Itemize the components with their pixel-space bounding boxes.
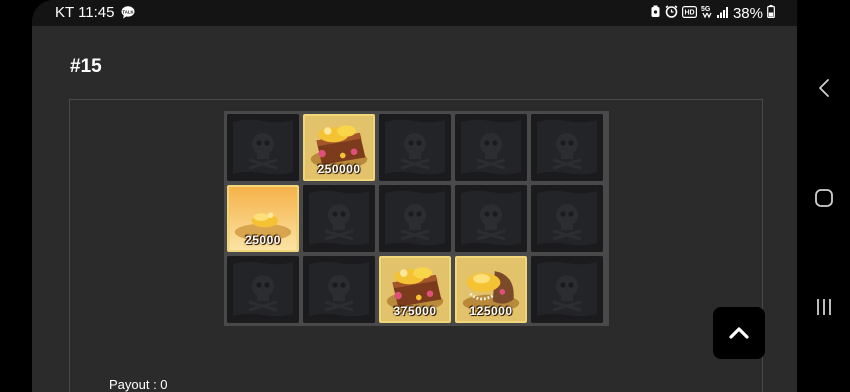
empty-tile — [531, 256, 603, 323]
prize-amount: 375000 — [393, 304, 437, 318]
pirate-flag-icon — [303, 185, 375, 252]
empty-tile — [531, 185, 603, 252]
talk-icon: TALK — [121, 6, 135, 19]
treasure-chest-tile: 375000 — [379, 256, 451, 323]
empty-tile — [227, 114, 299, 181]
status-right: HD 5G 38% — [650, 4, 775, 22]
nav-home-button[interactable] — [811, 185, 837, 211]
status-bar: KT 11:45 TALK HD 5G 38% — [32, 0, 797, 26]
battery-icon — [767, 4, 775, 22]
pirate-flag-icon — [531, 114, 603, 181]
treasure-chest-tile: 250000 — [303, 114, 375, 181]
rounded-square-icon — [814, 188, 834, 208]
battery-percent: 38% — [732, 4, 763, 22]
prize-board: 250000 25000 375000 125000 — [224, 111, 609, 326]
pirate-flag-icon — [455, 185, 527, 252]
gold-sack-tile: 125000 — [455, 256, 527, 323]
empty-tile — [303, 256, 375, 323]
chevron-left-icon — [817, 77, 831, 99]
phone-screen: KT 11:45 TALK HD 5G 38% #15 250000 25000… — [0, 0, 850, 392]
pirate-flag-icon — [303, 256, 375, 323]
network-label: 5G — [701, 6, 711, 13]
scroll-to-top-button[interactable] — [713, 307, 765, 359]
prize-amount: 125000 — [469, 304, 513, 318]
empty-tile — [531, 114, 603, 181]
round-title: #15 — [70, 56, 102, 77]
empty-tile — [455, 114, 527, 181]
signal-icon — [716, 5, 729, 22]
payout-text: Payout : 0 — [109, 377, 168, 392]
nav-recents-button[interactable] — [811, 294, 837, 320]
alarm-lock-icon — [650, 5, 661, 22]
pirate-flag-icon — [227, 256, 299, 323]
chevron-up-icon — [728, 326, 750, 340]
empty-tile — [379, 114, 451, 181]
three-bars-icon — [815, 297, 833, 317]
android-nav-bar — [797, 0, 850, 392]
pirate-flag-icon — [379, 185, 451, 252]
pirate-flag-icon — [379, 114, 451, 181]
pirate-flag-icon — [227, 114, 299, 181]
prize-amount: 250000 — [317, 162, 361, 176]
browser-content: KT 11:45 TALK HD 5G 38% #15 250000 25000… — [32, 0, 797, 392]
nav-back-button[interactable] — [811, 75, 837, 101]
empty-tile — [227, 256, 299, 323]
hd-icon: HD — [681, 5, 697, 22]
pirate-flag-icon — [531, 185, 603, 252]
gold-pile-tile: 25000 — [227, 185, 299, 252]
hd-label: HD — [684, 9, 694, 16]
empty-tile — [303, 185, 375, 252]
prize-amount: 25000 — [245, 233, 281, 247]
empty-tile — [455, 185, 527, 252]
pirate-flag-icon — [531, 256, 603, 323]
carrier-time: KT 11:45 — [55, 4, 115, 21]
talk-badge-text: TALK — [122, 9, 134, 14]
empty-tile — [379, 185, 451, 252]
5g-icon: 5G — [701, 4, 713, 22]
status-left: KT 11:45 TALK — [55, 4, 135, 21]
pirate-flag-icon — [455, 114, 527, 181]
alarm-icon — [665, 4, 678, 22]
